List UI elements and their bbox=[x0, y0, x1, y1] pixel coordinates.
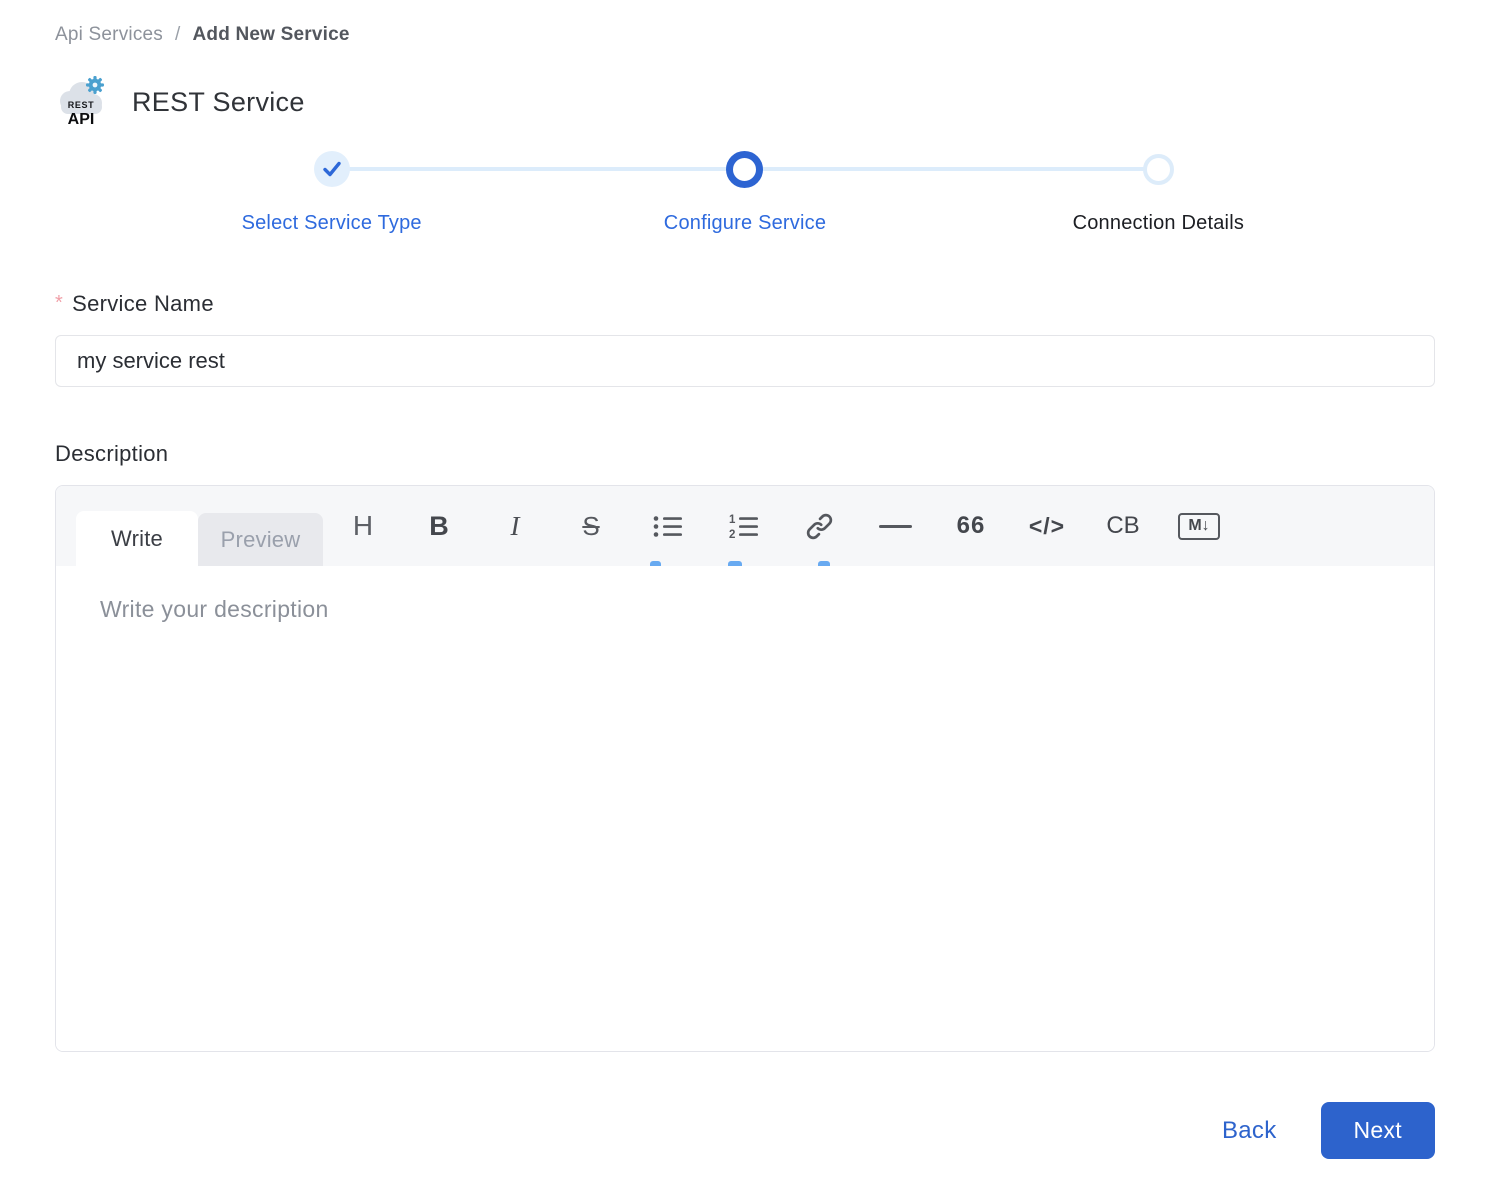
code-block-button[interactable]: CB bbox=[1085, 486, 1161, 566]
check-icon bbox=[322, 160, 342, 178]
required-asterisk: * bbox=[55, 292, 63, 314]
markdown-button[interactable]: M↓ bbox=[1161, 486, 1237, 566]
strikethrough-icon: S bbox=[582, 511, 599, 542]
breadcrumb-add-new-service: Add New Service bbox=[192, 24, 349, 46]
service-name-label-text: Service Name bbox=[72, 291, 214, 316]
step-label-connection-details: Connection Details bbox=[1073, 212, 1244, 235]
bold-button[interactable]: B bbox=[401, 486, 477, 566]
step-active-circle[interactable] bbox=[726, 151, 763, 188]
bullet-list-icon bbox=[652, 513, 683, 540]
add-new-service-page: Api Services / Add New Service bbox=[0, 0, 1490, 1159]
wizard-stepper: Select Service Type Configure Service Co… bbox=[125, 150, 1365, 235]
toolbar-artifact-dot bbox=[728, 561, 742, 566]
service-name-label: * Service Name bbox=[55, 291, 1435, 317]
next-button[interactable]: Next bbox=[1321, 1102, 1436, 1159]
horizontal-rule-icon bbox=[879, 525, 912, 528]
logo-text-api: API bbox=[68, 111, 95, 128]
tab-write[interactable]: Write bbox=[76, 511, 198, 566]
gear-icon bbox=[86, 76, 104, 94]
rest-api-cloud-gear-icon: REST API bbox=[55, 74, 107, 130]
breadcrumb-separator: / bbox=[175, 24, 180, 46]
unordered-list-button[interactable] bbox=[629, 486, 705, 566]
tab-preview[interactable]: Preview bbox=[198, 513, 323, 566]
heading-button[interactable]: H bbox=[325, 486, 401, 566]
service-name-field: * Service Name bbox=[55, 291, 1435, 387]
description-textarea[interactable] bbox=[56, 566, 1434, 1052]
editor-write-area bbox=[56, 566, 1434, 1052]
step-connection-details: Connection Details bbox=[952, 150, 1365, 235]
horizontal-rule-button[interactable] bbox=[857, 486, 933, 566]
page-title: REST Service bbox=[132, 87, 305, 118]
ordered-list-num-1: 1 bbox=[729, 514, 736, 526]
wizard-footer: Back Next bbox=[55, 1102, 1435, 1159]
editor-tabs: Write Preview bbox=[76, 511, 323, 566]
step-select-service-type: Select Service Type bbox=[125, 150, 538, 235]
numbered-list-icon: 1 2 bbox=[728, 513, 759, 540]
step-label-select-service-type[interactable]: Select Service Type bbox=[242, 212, 422, 235]
quote-button[interactable]: 66 bbox=[933, 486, 1009, 566]
description-label: Description bbox=[55, 441, 1435, 467]
bold-icon: B bbox=[429, 511, 449, 542]
heading-icon: H bbox=[353, 510, 373, 542]
step-completed-circle[interactable] bbox=[314, 151, 350, 187]
italic-icon: I bbox=[511, 511, 520, 542]
link-button[interactable] bbox=[781, 486, 857, 566]
code-button[interactable]: </> bbox=[1009, 486, 1085, 566]
code-icon: </> bbox=[1029, 513, 1065, 540]
strikethrough-button[interactable]: S bbox=[553, 486, 629, 566]
editor-toolbar: Write Preview H B I S bbox=[56, 486, 1434, 566]
toolbar-artifact-dot bbox=[818, 561, 830, 566]
ordered-list-button[interactable]: 1 2 bbox=[705, 486, 781, 566]
logo-text-rest: REST bbox=[68, 100, 94, 110]
toolbar-artifact-dot bbox=[650, 561, 661, 566]
code-block-icon: CB bbox=[1106, 512, 1139, 540]
breadcrumb-api-services[interactable]: Api Services bbox=[55, 24, 163, 46]
step-configure-service: Configure Service bbox=[538, 150, 951, 235]
description-markdown-editor: Write Preview H B I S bbox=[55, 485, 1435, 1052]
markdown-icon: M↓ bbox=[1178, 513, 1220, 540]
breadcrumb: Api Services / Add New Service bbox=[55, 24, 1435, 46]
quote-icon: 66 bbox=[957, 512, 986, 540]
step-upcoming-circle[interactable] bbox=[1143, 154, 1174, 185]
step-label-configure-service: Configure Service bbox=[664, 212, 826, 235]
back-button[interactable]: Back bbox=[1222, 1117, 1277, 1145]
page-header: REST API REST Service bbox=[55, 74, 1435, 130]
italic-button[interactable]: I bbox=[477, 486, 553, 566]
service-name-input[interactable] bbox=[55, 335, 1435, 387]
ordered-list-num-2: 2 bbox=[729, 529, 735, 540]
link-chain-icon bbox=[805, 512, 834, 541]
toolbar-icons: H B I S bbox=[325, 486, 1237, 566]
